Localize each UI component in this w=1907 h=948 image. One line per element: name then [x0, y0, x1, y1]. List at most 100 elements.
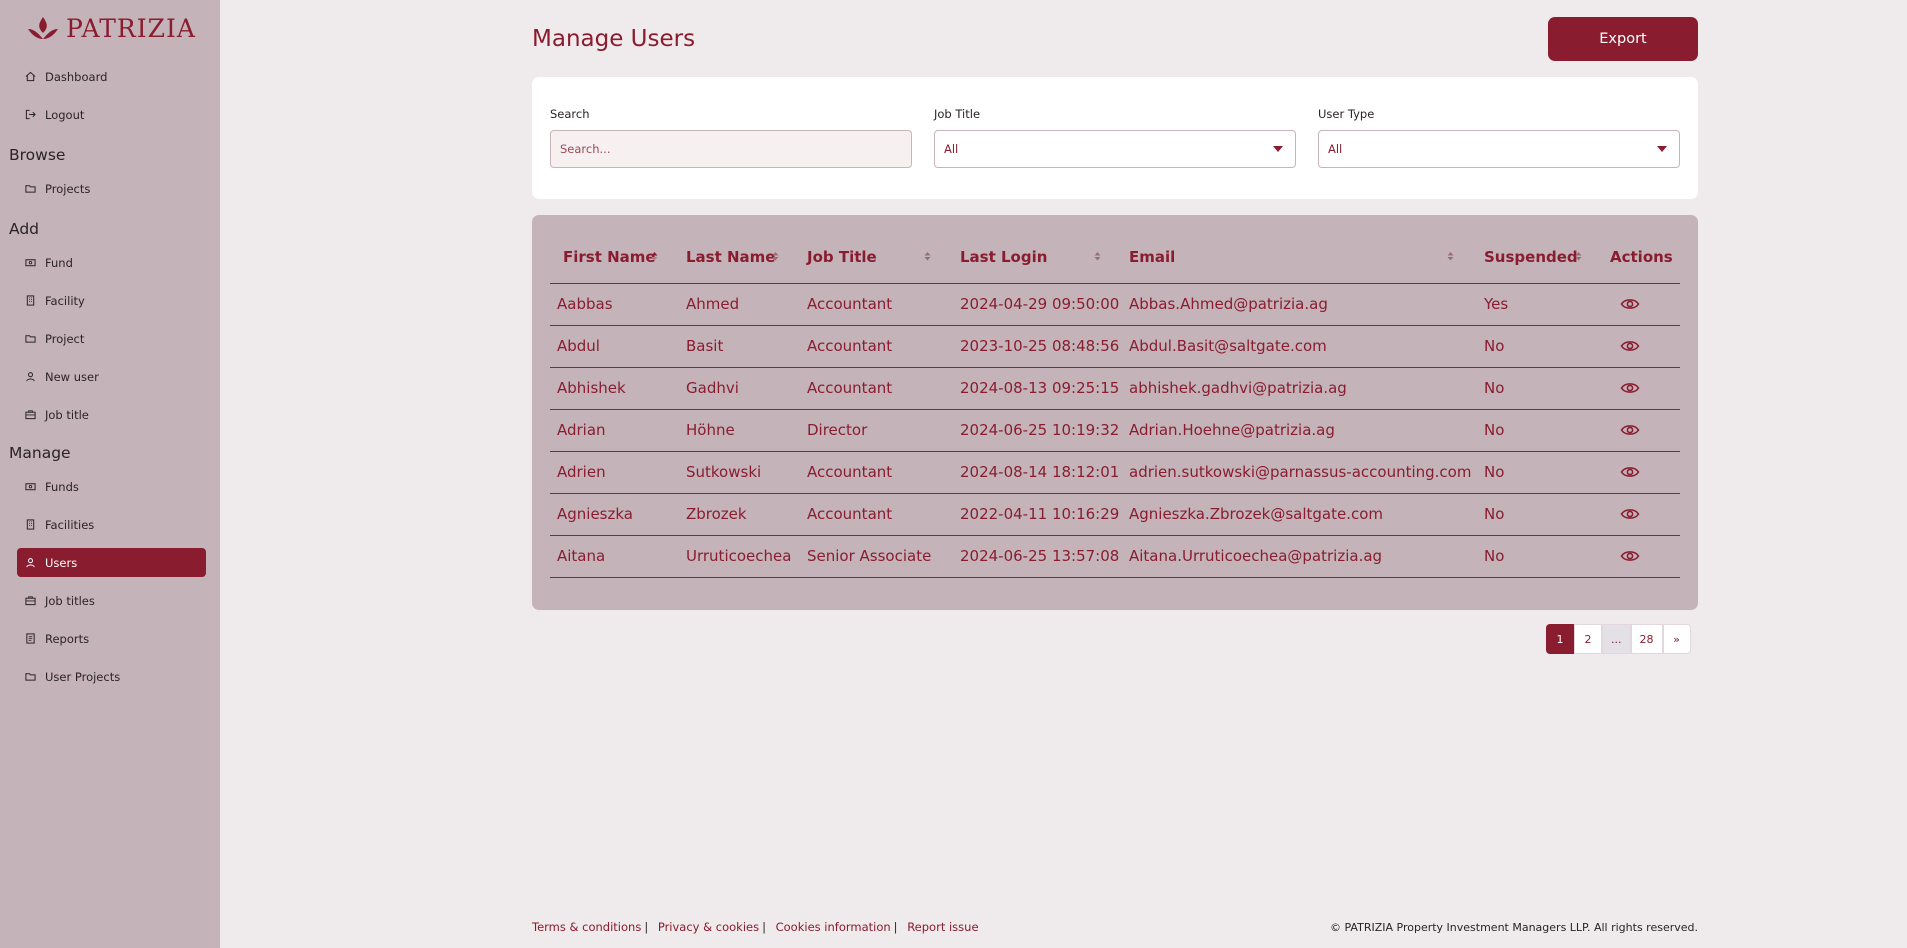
table-row[interactable]: Abhishek Gadhvi Accountant 2024-08-13 09:25…	[550, 367, 1680, 409]
cell-email[interactable]: Abdul.Basit@saltgate.com	[1129, 337, 1327, 355]
nav-user-projects[interactable]: User Projects	[17, 662, 206, 691]
cell-first-name: Abdul	[557, 337, 600, 355]
cell-job-title: Accountant	[807, 337, 893, 355]
cell-last-login: 2024-08-14 18:12:01	[960, 463, 1120, 481]
page-28-button[interactable]: 28	[1630, 624, 1663, 654]
brand-logo[interactable]: PATRIZIA	[26, 14, 196, 43]
cell-email[interactable]: abhishek.gadhvi@patrizia.ag	[1129, 379, 1347, 397]
sort-icon[interactable]	[1575, 251, 1582, 261]
column-header-email[interactable]: Email	[1129, 248, 1175, 266]
filter-panel: Search Search... Job Title All User Type…	[532, 77, 1698, 199]
sort-icon[interactable]	[772, 251, 779, 261]
view-eye-icon[interactable]	[1620, 464, 1640, 480]
cell-suspended: No	[1484, 505, 1505, 523]
footer-links: Terms & conditions | Privacy & cookies | C…	[532, 920, 979, 934]
nav-reports[interactable]: Reports	[17, 624, 206, 653]
cell-job-title: Accountant	[807, 505, 893, 523]
sort-icon[interactable]	[1094, 251, 1101, 261]
cell-suspended: No	[1484, 337, 1505, 355]
view-eye-icon[interactable]	[1620, 338, 1640, 354]
job-title-select[interactable]: All	[934, 130, 1296, 168]
nav-label: Fund	[45, 255, 73, 270]
cell-last-name: Ahmed	[686, 295, 740, 313]
section-manage: Manage	[9, 444, 71, 462]
cell-first-name: Aabbas	[557, 295, 613, 313]
job-title-value: All	[944, 142, 959, 156]
cell-first-name: Abhishek	[557, 379, 626, 397]
cell-first-name: Adrian	[557, 421, 606, 439]
cell-suspended: No	[1484, 421, 1505, 439]
cell-email[interactable]: adrien.sutkowski@parnassus-accounting.co…	[1129, 463, 1471, 481]
cell-last-name: Höhne	[686, 421, 735, 439]
nav-label: Project	[45, 331, 85, 346]
nav-label: Logout	[45, 107, 85, 122]
table-row[interactable]: Aabbas Ahmed Accountant 2024-04-29 09:50:00…	[550, 283, 1680, 325]
cell-email[interactable]: Adrian.Hoehne@patrizia.ag	[1129, 421, 1335, 439]
export-button[interactable]: Export	[1548, 17, 1698, 61]
page-2-button[interactable]: 2	[1574, 624, 1602, 654]
cell-last-login: 2022-04-11 10:16:29	[960, 505, 1120, 523]
table-bottom-divider	[550, 577, 1680, 578]
footer-link-cookies[interactable]: Cookies information	[776, 920, 891, 934]
nav-add-project[interactable]: Project	[17, 324, 206, 353]
column-header-suspended[interactable]: Suspended	[1484, 248, 1578, 266]
next-page-button[interactable]: »	[1662, 624, 1691, 654]
nav-add-fund[interactable]: Fund	[17, 248, 206, 277]
users-table: First Name Last Name Job Title Last Logi…	[532, 215, 1698, 610]
cell-last-login: 2024-08-13 09:25:15	[960, 379, 1120, 397]
table-row[interactable]: Agnieszka Zbrozek Accountant 2022-04-11 10:…	[550, 493, 1680, 535]
nav-add-user[interactable]: New user	[17, 362, 206, 391]
briefcase-icon	[24, 409, 36, 421]
cell-suspended: No	[1484, 463, 1505, 481]
user-icon	[24, 557, 36, 569]
nav-funds[interactable]: Funds	[17, 472, 206, 501]
home-icon	[24, 71, 36, 83]
job-title-label: Job Title	[934, 107, 981, 121]
view-eye-icon[interactable]	[1620, 296, 1640, 312]
nav-users[interactable]: Users	[17, 548, 206, 577]
footer-link-terms[interactable]: Terms & conditions	[532, 920, 641, 934]
money-icon	[24, 481, 36, 493]
nav-projects[interactable]: Projects	[17, 174, 206, 203]
nav-dashboard[interactable]: Dashboard	[17, 62, 206, 91]
table-row[interactable]: Aitana Urruticoechea Senior Associate 2024-…	[550, 535, 1680, 577]
view-eye-icon[interactable]	[1620, 422, 1640, 438]
cell-last-name: Urruticoechea	[686, 547, 792, 565]
cell-job-title: Director	[807, 421, 868, 439]
copyright-text: © PATRIZIA Property Investment Managers …	[1330, 921, 1698, 934]
cell-last-name: Zbrozek	[686, 505, 747, 523]
table-row[interactable]: Abdul Basit Accountant 2023-10-25 08:48:56 A…	[550, 325, 1680, 367]
footer-link-report-issue[interactable]: Report issue	[907, 920, 978, 934]
footer-link-privacy[interactable]: Privacy & cookies	[658, 920, 759, 934]
nav-logout[interactable]: Logout	[17, 100, 206, 129]
nav-add-facility[interactable]: Facility	[17, 286, 206, 315]
column-header-first-name[interactable]: First Name	[563, 248, 656, 266]
sort-asc-icon[interactable]	[651, 251, 658, 261]
search-input[interactable]: Search...	[550, 130, 912, 168]
nav-add-job-title[interactable]: Job title	[17, 400, 206, 429]
nav-job-titles[interactable]: Job titles	[17, 586, 206, 615]
nav-label: New user	[45, 369, 99, 384]
view-eye-icon[interactable]	[1620, 506, 1640, 522]
cell-last-login: 2024-06-25 10:19:32	[960, 421, 1120, 439]
view-eye-icon[interactable]	[1620, 548, 1640, 564]
sort-icon[interactable]	[924, 251, 931, 261]
column-header-job-title[interactable]: Job Title	[807, 248, 877, 266]
table-row[interactable]: Adrian Höhne Director 2024-06-25 10:19:32 Ad…	[550, 409, 1680, 451]
column-header-last-name[interactable]: Last Name	[686, 248, 775, 266]
cell-email[interactable]: Agnieszka.Zbrozek@saltgate.com	[1129, 505, 1383, 523]
logout-icon	[24, 109, 36, 121]
cell-email[interactable]: Aitana.Urruticoechea@patrizia.ag	[1129, 547, 1382, 565]
view-eye-icon[interactable]	[1620, 380, 1640, 396]
money-icon	[24, 257, 36, 269]
column-header-last-login[interactable]: Last Login	[960, 248, 1047, 266]
sort-icon[interactable]	[1447, 251, 1454, 261]
cell-last-name: Sutkowski	[686, 463, 762, 481]
cell-email[interactable]: Abbas.Ahmed@patrizia.ag	[1129, 295, 1328, 313]
page-1-button[interactable]: 1	[1546, 624, 1574, 654]
table-row[interactable]: Adrien Sutkowski Accountant 2024-08-14 18:1…	[550, 451, 1680, 493]
nav-facilities[interactable]: Facilities	[17, 510, 206, 539]
user-type-select[interactable]: All	[1318, 130, 1680, 168]
page-title: Manage Users	[532, 26, 696, 52]
nav-label: Facilities	[45, 517, 95, 532]
